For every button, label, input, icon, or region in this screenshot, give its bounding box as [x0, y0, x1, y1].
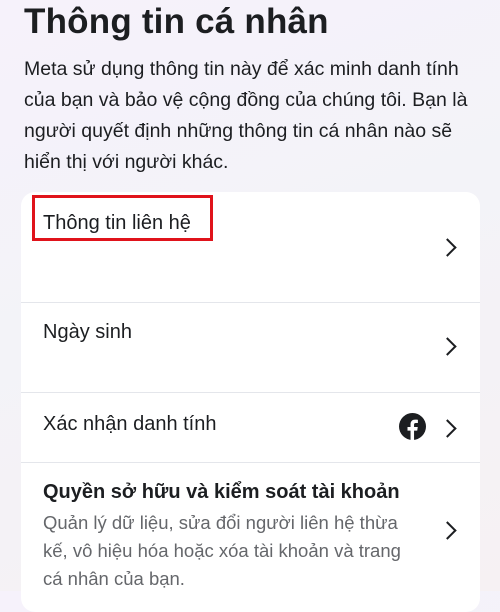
birthday-label: Ngày sinh — [43, 321, 132, 343]
facebook-icon — [399, 413, 426, 440]
chevron-right-icon — [438, 419, 457, 438]
page-description: Meta sử dụng thông tin này để xác minh d… — [24, 58, 468, 173]
account-ownership-label: Quyền sở hữu và kiểm soát tài khoản — [43, 481, 400, 503]
chevron-right-icon — [438, 238, 457, 257]
page-title: Thông tin cá nhân — [24, 2, 329, 41]
chevron-right-icon — [438, 521, 457, 540]
identity-confirmation-label: Xác nhận danh tính — [43, 413, 217, 435]
chevron-right-icon — [438, 337, 457, 356]
personal-info-card: Thông tin liên hệ Ngày sinh Xác nhận dan… — [21, 192, 480, 612]
identity-confirmation-item[interactable]: Xác nhận danh tính — [21, 392, 480, 463]
account-ownership-item[interactable]: Quyền sở hữu và kiểm soát tài khoản Quản… — [21, 462, 480, 612]
birthday-item[interactable]: Ngày sinh — [21, 302, 480, 393]
account-ownership-description: Quản lý dữ liệu, sửa đổi người liên hệ t… — [43, 512, 401, 589]
highlight-annotation-box — [32, 195, 213, 241]
